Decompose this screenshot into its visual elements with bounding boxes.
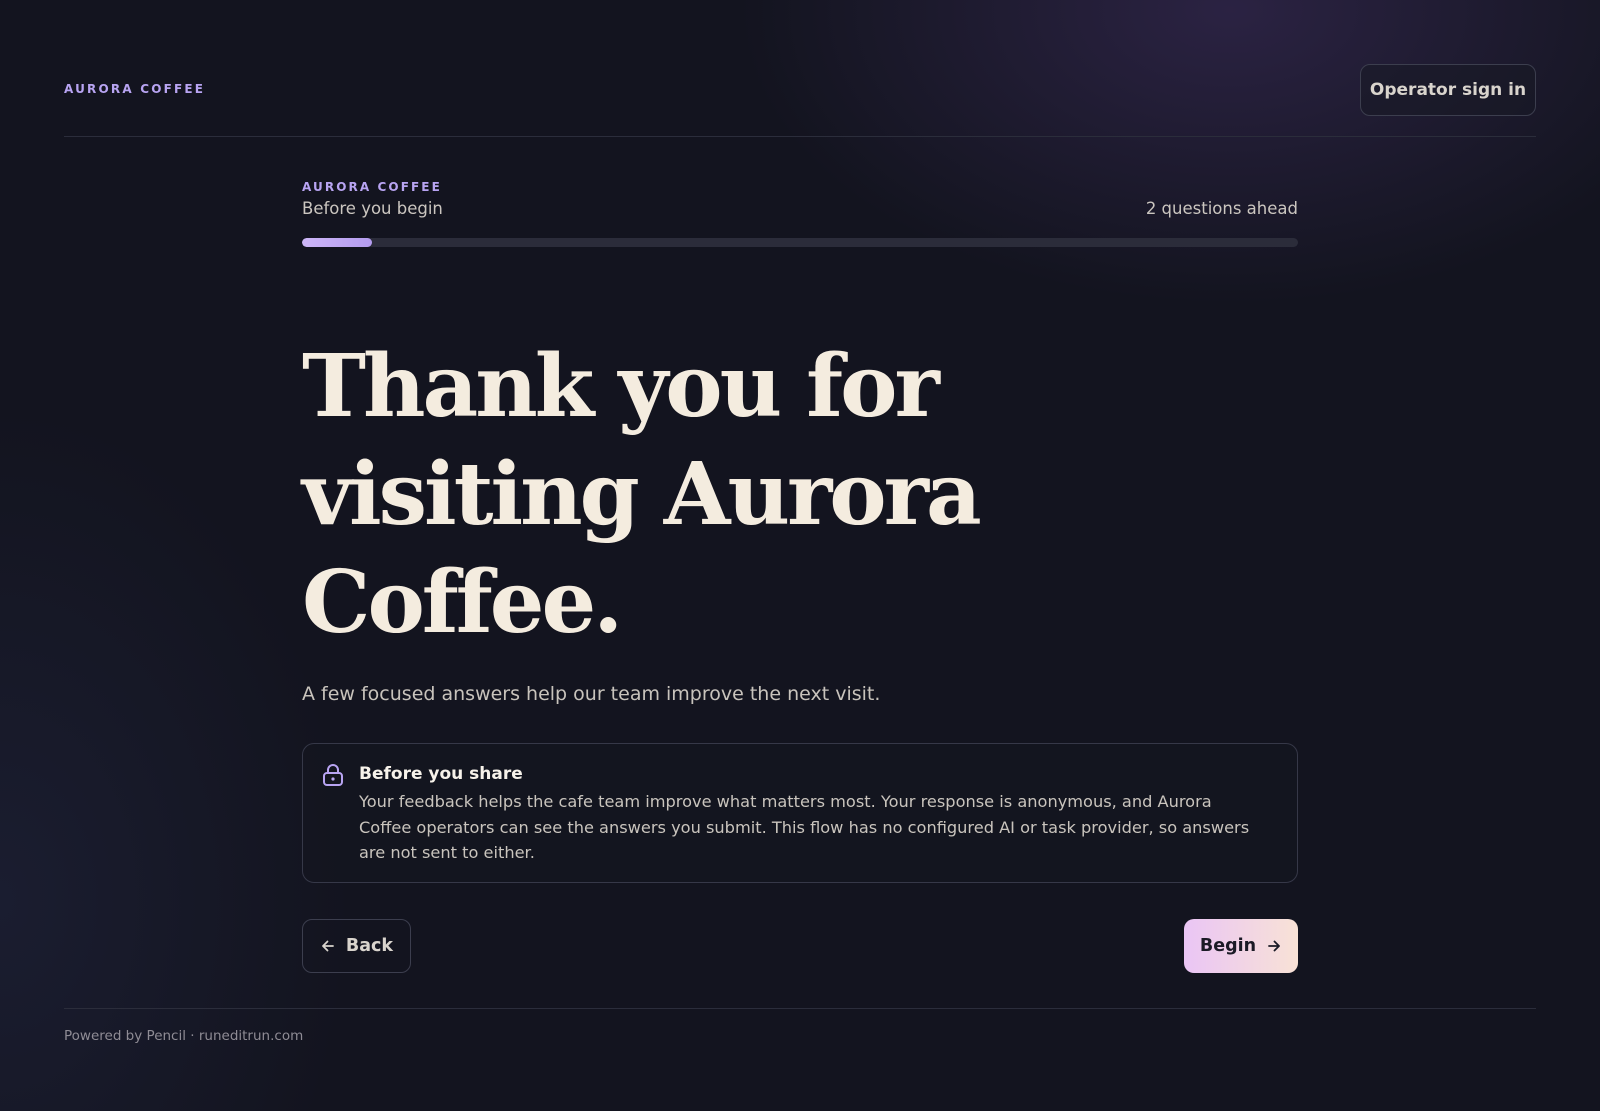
survey-eyebrow: AURORA COFFEE: [302, 180, 442, 194]
page-title: Thank you for visiting Aurora Coffee.: [302, 336, 982, 653]
progress-bar-fill: [302, 238, 372, 247]
survey-intro: AURORA COFFEE Before you begin 2 questio…: [302, 180, 1298, 973]
footer-credit: Powered by Pencil · runeditrun.com: [64, 1028, 304, 1044]
notice-title: Before you share: [359, 764, 523, 784]
page-subtitle: A few focused answers help our team impr…: [302, 683, 881, 705]
footer-divider: [64, 1008, 1536, 1009]
navigation-actions: Back Begin: [302, 919, 1298, 973]
back-button[interactable]: Back: [302, 919, 411, 973]
begin-button-label: Begin: [1199, 936, 1257, 956]
top-header: AURORA COFFEE Operator sign in: [64, 64, 1536, 137]
operator-sign-in-button[interactable]: Operator sign in: [1360, 64, 1536, 116]
questions-remaining: 2 questions ahead: [1145, 199, 1298, 218]
progress-bar: [302, 238, 1298, 247]
begin-button[interactable]: Begin: [1184, 919, 1298, 973]
privacy-notice: Before you share Your feedback helps the…: [302, 743, 1298, 883]
arrow-right-icon: [1268, 940, 1280, 952]
progress-header: Before you begin 2 questions ahead: [302, 199, 1298, 221]
notice-body: Your feedback helps the cafe team improv…: [359, 792, 1250, 862]
back-button-label: Back: [345, 936, 394, 956]
brand-logo-text[interactable]: AURORA COFFEE: [64, 82, 205, 96]
lock-icon: [322, 763, 344, 787]
step-label: Before you begin: [302, 199, 443, 218]
arrow-left-icon: [322, 940, 334, 952]
